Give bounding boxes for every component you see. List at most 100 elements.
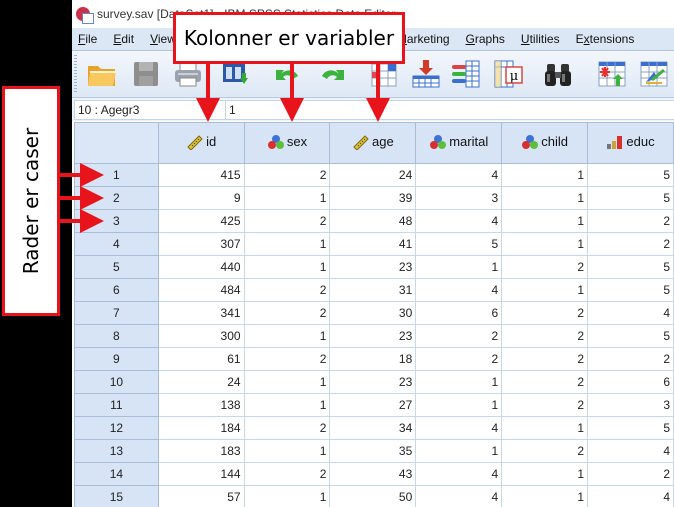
cell-marital[interactable]: 4	[415, 485, 503, 507]
cell-sex[interactable]: 1	[243, 232, 331, 256]
cell-id[interactable]: 183	[157, 439, 245, 463]
row-header[interactable]: 12	[74, 416, 159, 440]
insert-variable-button[interactable]	[638, 58, 670, 90]
cell-educ[interactable]: 2	[587, 232, 674, 256]
cell-age[interactable]: 18	[329, 347, 417, 371]
cell-id[interactable]: 24	[157, 370, 245, 394]
cell-age[interactable]: 24	[329, 163, 417, 187]
cell-marital[interactable]: 2	[415, 324, 503, 348]
cell-sex[interactable]: 1	[243, 439, 331, 463]
cell-marital[interactable]: 4	[415, 416, 503, 440]
cell-sex[interactable]: 1	[243, 186, 331, 210]
cell-educ[interactable]: 6	[587, 370, 674, 394]
cell-educ[interactable]: 5	[587, 255, 674, 279]
cell-age[interactable]: 39	[329, 186, 417, 210]
column-header-child[interactable]: child	[501, 122, 589, 164]
cell-id[interactable]: 300	[157, 324, 245, 348]
cell-age[interactable]: 48	[329, 209, 417, 233]
cell-child[interactable]: 1	[501, 485, 589, 507]
cell-sex[interactable]: 2	[243, 301, 331, 325]
cell-child[interactable]: 2	[501, 255, 589, 279]
cell-sex[interactable]: 1	[243, 324, 331, 348]
cell-age[interactable]: 23	[329, 324, 417, 348]
cell-marital[interactable]: 1	[415, 393, 503, 417]
cell-marital[interactable]: 3	[415, 186, 503, 210]
cell-value-field[interactable]: 1	[225, 100, 674, 120]
cell-age[interactable]: 23	[329, 370, 417, 394]
save-button[interactable]	[130, 58, 162, 90]
cell-marital[interactable]: 4	[415, 278, 503, 302]
row-header[interactable]: 15	[74, 485, 159, 507]
cell-age[interactable]: 41	[329, 232, 417, 256]
column-header-marital[interactable]: marital	[415, 122, 503, 164]
toolbar-grip[interactable]	[74, 55, 77, 93]
cell-child[interactable]: 2	[501, 370, 589, 394]
cell-sex[interactable]: 2	[243, 163, 331, 187]
cell-child[interactable]: 1	[501, 186, 589, 210]
column-header-educ[interactable]: educ	[587, 122, 674, 164]
cell-child[interactable]: 2	[501, 324, 589, 348]
row-header[interactable]: 9	[74, 347, 159, 371]
cell-educ[interactable]: 3	[587, 393, 674, 417]
cell-sex[interactable]: 2	[243, 347, 331, 371]
cell-child[interactable]: 2	[501, 393, 589, 417]
row-header[interactable]: 11	[74, 393, 159, 417]
cell-child[interactable]: 2	[501, 301, 589, 325]
open-data-button[interactable]	[86, 58, 118, 90]
cell-educ[interactable]: 5	[587, 416, 674, 440]
cell-age[interactable]: 30	[329, 301, 417, 325]
row-header[interactable]: 5	[74, 255, 159, 279]
column-header-id[interactable]: id	[157, 122, 245, 164]
cell-sex[interactable]: 2	[243, 462, 331, 486]
row-header[interactable]: 4	[74, 232, 159, 256]
row-header[interactable]: 8	[74, 324, 159, 348]
grid-corner-cell[interactable]	[74, 122, 159, 164]
cell-child[interactable]: 1	[501, 163, 589, 187]
run-descriptive-button[interactable]: μ	[492, 58, 524, 90]
row-header[interactable]: 7	[74, 301, 159, 325]
row-header[interactable]: 14	[74, 462, 159, 486]
cell-age[interactable]: 35	[329, 439, 417, 463]
cell-educ[interactable]: 5	[587, 163, 674, 187]
cell-id[interactable]: 61	[157, 347, 245, 371]
find-button[interactable]	[542, 58, 574, 90]
cell-sex[interactable]: 1	[243, 370, 331, 394]
cell-age[interactable]: 31	[329, 278, 417, 302]
cell-marital[interactable]: 5	[415, 232, 503, 256]
cell-child[interactable]: 1	[501, 209, 589, 233]
cell-educ[interactable]: 5	[587, 324, 674, 348]
cell-child[interactable]: 1	[501, 416, 589, 440]
cell-age[interactable]: 27	[329, 393, 417, 417]
go-to-variable-button[interactable]	[410, 58, 442, 90]
row-header[interactable]: 13	[74, 439, 159, 463]
cell-sex[interactable]: 1	[243, 393, 331, 417]
cell-child[interactable]: 1	[501, 278, 589, 302]
cell-educ[interactable]: 5	[587, 278, 674, 302]
cell-marital[interactable]: 4	[415, 209, 503, 233]
cell-sex[interactable]: 1	[243, 485, 331, 507]
cell-educ[interactable]: 5	[587, 186, 674, 210]
cell-id[interactable]: 440	[157, 255, 245, 279]
cell-marital[interactable]: 1	[415, 255, 503, 279]
cell-sex[interactable]: 1	[243, 255, 331, 279]
cell-sex[interactable]: 2	[243, 209, 331, 233]
cell-age[interactable]: 50	[329, 485, 417, 507]
row-header[interactable]: 2	[74, 186, 159, 210]
cell-id[interactable]: 425	[157, 209, 245, 233]
cell-id[interactable]: 184	[157, 416, 245, 440]
menu-edit[interactable]: Edit	[113, 32, 134, 46]
cell-age[interactable]: 43	[329, 462, 417, 486]
menu-graphs[interactable]: Graphs	[466, 32, 505, 46]
cell-sex[interactable]: 2	[243, 278, 331, 302]
cell-marital[interactable]: 6	[415, 301, 503, 325]
cell-educ[interactable]: 2	[587, 209, 674, 233]
cell-marital[interactable]: 1	[415, 439, 503, 463]
menu-view[interactable]: View	[150, 32, 176, 46]
row-header[interactable]: 1	[74, 163, 159, 187]
cell-child[interactable]: 2	[501, 347, 589, 371]
insert-cases-button[interactable]	[596, 58, 628, 90]
variables-button[interactable]	[450, 58, 482, 90]
cell-educ[interactable]: 4	[587, 439, 674, 463]
cell-id[interactable]: 415	[157, 163, 245, 187]
cell-educ[interactable]: 2	[587, 347, 674, 371]
